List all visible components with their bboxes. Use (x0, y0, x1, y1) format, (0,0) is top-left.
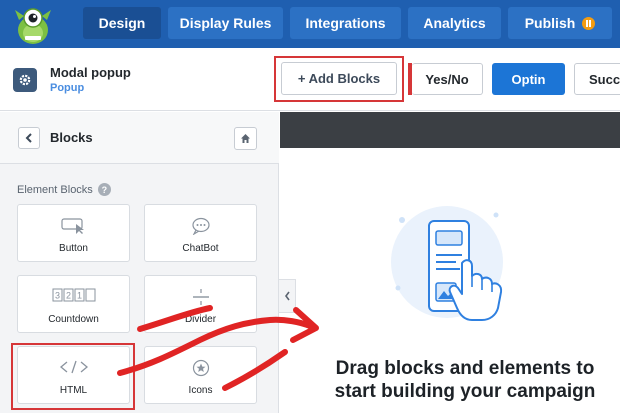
svg-text:2: 2 (65, 291, 70, 301)
block-label: Divider (184, 314, 217, 325)
countdown-digits-icon: 3 2 1 (18, 288, 129, 302)
block-divider[interactable]: Divider (144, 275, 257, 333)
chevron-left-icon (25, 133, 32, 143)
tab-analytics[interactable]: Analytics (408, 7, 501, 39)
tab-publish-label: Publish (524, 15, 576, 31)
html-block-highlight (11, 343, 135, 410)
campaign-settings-button[interactable] (13, 68, 37, 92)
svg-text:1: 1 (76, 291, 81, 301)
tab-publish[interactable]: Publish (508, 7, 612, 39)
pause-icon (582, 16, 596, 30)
gear-icon (19, 74, 31, 86)
collapse-sidebar-button[interactable] (279, 279, 296, 313)
campaign-type: Popup (50, 82, 85, 94)
empty-message-line1: Drag blocks and elements to (335, 358, 595, 379)
tab-integrations[interactable]: Integrations (290, 7, 401, 39)
block-button[interactable]: Button (17, 204, 130, 262)
view-success-button[interactable]: Succe (574, 63, 620, 95)
block-label: Button (59, 243, 88, 254)
tab-design[interactable]: Design (83, 7, 161, 39)
block-chatbot[interactable]: ChatBot (144, 204, 257, 262)
canvas-toolbar (280, 112, 620, 148)
block-countdown[interactable]: 3 2 1 Countdown (17, 275, 130, 333)
chevron-left-icon (284, 291, 290, 301)
element-blocks-label: Element Blocks ? (17, 183, 111, 196)
empty-message-line2: start building your campaign (334, 381, 596, 402)
tab-display-rules[interactable]: Display Rules (168, 7, 283, 39)
view-optin-button[interactable]: Optin (492, 63, 565, 95)
help-icon[interactable]: ? (97, 183, 111, 196)
star-circle-icon (145, 359, 256, 377)
campaign-title: Modal popup (50, 65, 131, 80)
tab-design-label: Design (98, 15, 146, 31)
back-button[interactable] (18, 127, 40, 149)
empty-canvas-message: Drag blocks and elements to start buildi… (310, 357, 620, 403)
block-label: ChatBot (182, 243, 219, 254)
home-button[interactable] (234, 127, 257, 150)
tab-display-rules-label: Display Rules (179, 15, 272, 31)
section-label-text: Element Blocks (17, 183, 93, 196)
home-icon (241, 134, 250, 143)
tab-integrations-label: Integrations (305, 15, 386, 31)
add-blocks-button[interactable]: + Add Blocks (281, 62, 397, 95)
optinmonster-logo[interactable] (10, 2, 56, 46)
svg-text:3: 3 (54, 291, 59, 301)
chat-bubble-icon (145, 217, 256, 235)
divider-icon (145, 288, 256, 306)
block-icons[interactable]: Icons (144, 346, 257, 404)
button-cursor-icon (18, 217, 129, 235)
view-yes-no-button[interactable]: Yes/No (412, 63, 483, 95)
block-label: Icons (188, 385, 213, 396)
block-label: Countdown (48, 314, 99, 325)
sidebar-title: Blocks (50, 130, 93, 145)
tab-analytics-label: Analytics (423, 15, 486, 31)
